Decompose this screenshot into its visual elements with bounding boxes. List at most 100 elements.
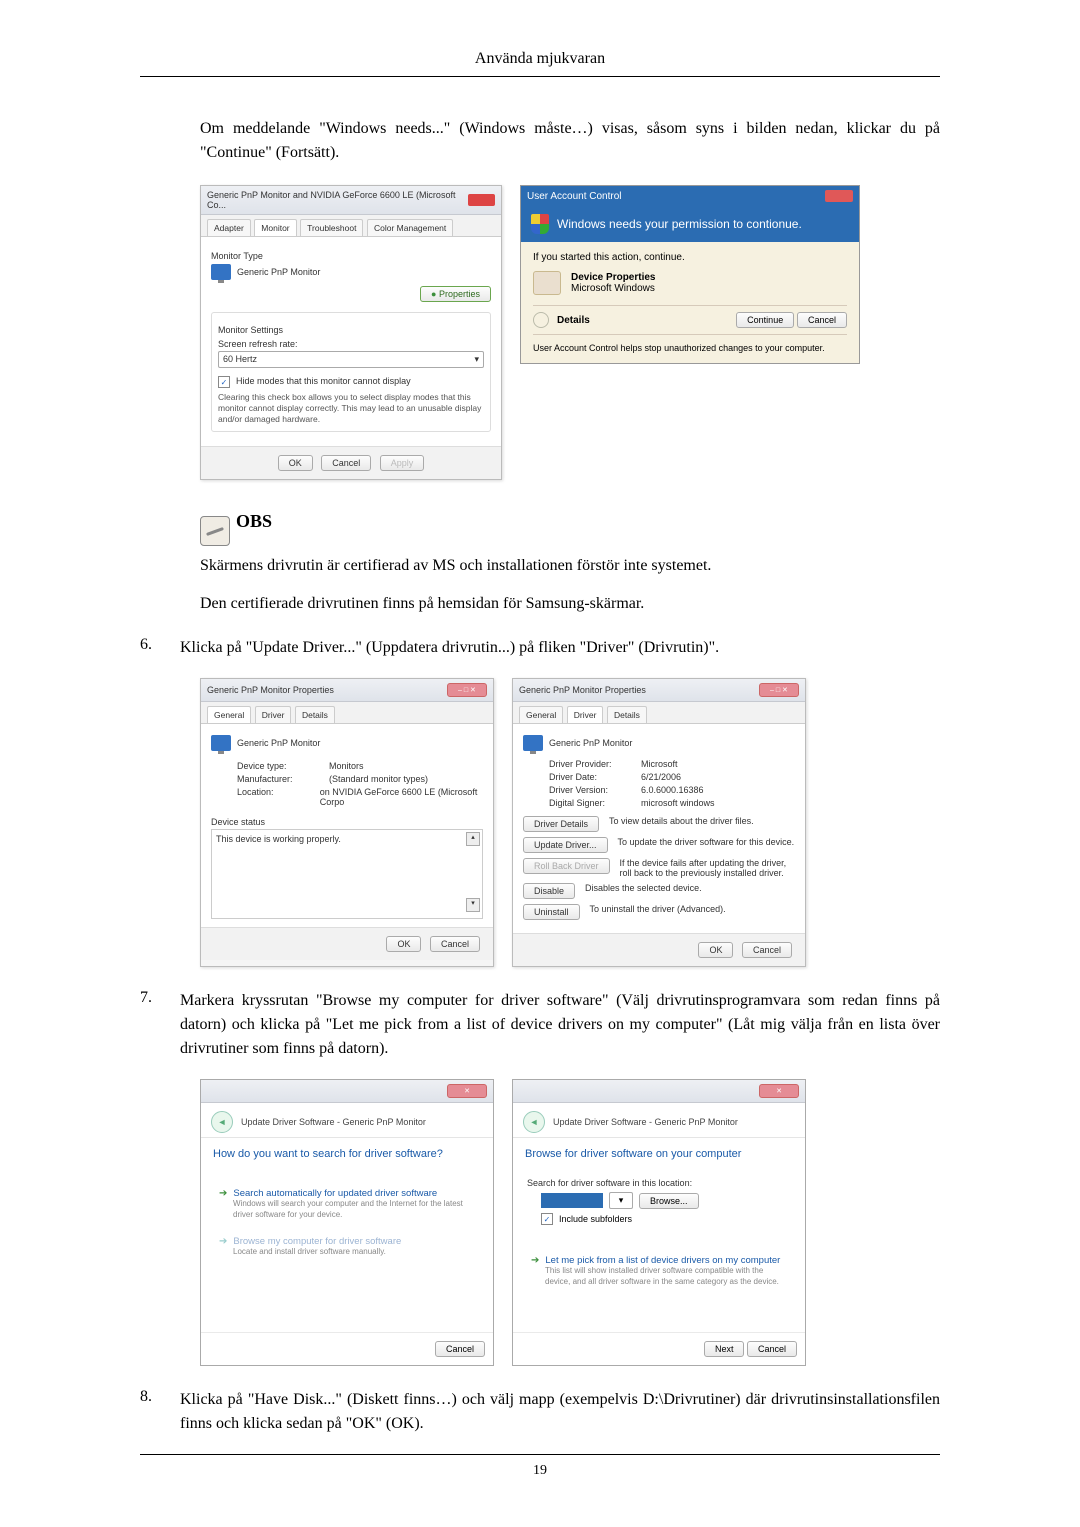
wizard-crumb: Update Driver Software - Generic PnP Mon… (241, 1117, 426, 1127)
close-icon[interactable]: – □ ✕ (759, 683, 799, 697)
scroll-down-icon[interactable]: ▾ (466, 898, 480, 912)
scroll-up-icon[interactable]: ▴ (466, 832, 480, 846)
ok-button[interactable]: OK (386, 936, 421, 952)
tab-details[interactable]: Details (295, 706, 335, 723)
chevron-down-icon: ▾ (474, 354, 479, 365)
back-icon[interactable]: ◄ (211, 1111, 233, 1133)
close-icon[interactable]: ✕ (447, 1084, 487, 1098)
option-let-me-pick-label: Let me pick from a list of device driver… (545, 1255, 780, 1266)
tab-driver[interactable]: Driver (567, 706, 604, 723)
update-driver-button[interactable]: Update Driver... (523, 837, 608, 853)
tab-color-management[interactable]: Color Management (367, 219, 453, 236)
tab-general[interactable]: General (519, 706, 563, 723)
monitor-icon (211, 264, 231, 280)
step-number-6: 6. (140, 636, 160, 660)
back-icon[interactable]: ◄ (523, 1111, 545, 1133)
driver-provider-key: Driver Provider: (549, 759, 629, 769)
option-let-me-pick-sub: This list will show installed driver sof… (545, 1266, 787, 1287)
apply-button[interactable]: Apply (380, 455, 425, 471)
device-properties-icon (533, 271, 561, 295)
shield-icon (531, 214, 549, 234)
close-icon[interactable] (468, 194, 495, 206)
arrow-right-icon: ➔ (219, 1188, 227, 1199)
include-subfolders-checkbox[interactable]: ✓ (541, 1213, 553, 1225)
driver-details-button[interactable]: Driver Details (523, 816, 599, 832)
digital-signer-value: microsoft windows (641, 798, 715, 808)
next-button[interactable]: Next (704, 1341, 745, 1357)
cancel-button[interactable]: Cancel (435, 1341, 485, 1357)
manufacturer-value: (Standard monitor types) (329, 774, 428, 784)
step-8-text: Klicka på "Have Disk..." (Diskett finns…… (180, 1388, 940, 1436)
path-dropdown[interactable]: ▾ (609, 1192, 633, 1209)
digital-signer-key: Digital Signer: (549, 798, 629, 808)
dialog-title: Generic PnP Monitor and NVIDIA GeForce 6… (207, 190, 468, 210)
figure-windows-uac: Generic PnP Monitor and NVIDIA GeForce 6… (200, 185, 940, 480)
option-browse-computer-label: Browse my computer for driver software (233, 1236, 401, 1247)
option-browse-computer-sub: Locate and install driver software manua… (233, 1247, 475, 1257)
details-label[interactable]: Details (557, 315, 590, 326)
uac-titlebar: User Account Control (527, 191, 622, 202)
cancel-button[interactable]: Cancel (430, 936, 480, 952)
obs-text-2: Den certifierade drivrutinen finns på he… (200, 592, 940, 616)
monitor-icon (523, 735, 543, 751)
option-search-auto-label: Search automatically for updated driver … (233, 1188, 437, 1199)
option-browse-computer[interactable]: ➔Browse my computer for driver software … (215, 1230, 479, 1263)
tab-adapter[interactable]: Adapter (207, 219, 251, 236)
option-search-auto-sub: Windows will search your computer and th… (233, 1199, 475, 1220)
dialog-monitor-props: Generic PnP Monitor and NVIDIA GeForce 6… (200, 185, 502, 480)
refresh-rate-label: Screen refresh rate: (218, 339, 484, 349)
cancel-button[interactable]: Cancel (321, 455, 371, 471)
chevron-down-icon[interactable] (533, 312, 549, 328)
page-header: Använda mjukvaran (140, 50, 940, 68)
location-key: Location: (237, 787, 308, 807)
wizard-browse-location: ✕ ◄ Update Driver Software - Generic PnP… (512, 1079, 806, 1366)
monitor-name: Generic PnP Monitor (549, 738, 632, 748)
cancel-button[interactable]: Cancel (742, 942, 792, 958)
driver-date-key: Driver Date: (549, 772, 629, 782)
close-icon[interactable]: – □ ✕ (447, 683, 487, 697)
properties-button[interactable]: ● Properties (420, 286, 491, 302)
obs-heading: OBS (236, 511, 272, 532)
uac-if-started: If you started this action, continue. (533, 252, 847, 263)
tab-monitor[interactable]: Monitor (254, 219, 296, 236)
cancel-button[interactable]: Cancel (797, 312, 847, 328)
dialog-title: Generic PnP Monitor Properties (519, 685, 646, 695)
option-search-auto[interactable]: ➔ Search automatically for updated driver… (215, 1182, 479, 1226)
uac-mswin: Microsoft Windows (571, 283, 656, 294)
uninstall-desc: To uninstall the driver (Advanced). (590, 904, 795, 914)
uninstall-button[interactable]: Uninstall (523, 904, 580, 920)
tab-troubleshoot[interactable]: Troubleshoot (300, 219, 363, 236)
cancel-button[interactable]: Cancel (747, 1341, 797, 1357)
tab-details[interactable]: Details (607, 706, 647, 723)
wizard-crumb: Update Driver Software - Generic PnP Mon… (553, 1117, 738, 1127)
tab-driver[interactable]: Driver (255, 706, 292, 723)
path-input[interactable] (541, 1193, 603, 1208)
driver-provider-value: Microsoft (641, 759, 678, 769)
close-icon[interactable] (825, 190, 853, 202)
device-status-text: This device is working properly. (216, 834, 341, 844)
wizard-heading: How do you want to search for driver sof… (201, 1138, 493, 1170)
ok-button[interactable]: OK (278, 455, 313, 471)
figure-update-wizard: ✕ ◄ Update Driver Software - Generic PnP… (200, 1079, 940, 1366)
device-type-key: Device type: (237, 761, 317, 771)
disable-desc: Disables the selected device. (585, 883, 795, 893)
continue-button[interactable]: Continue (736, 312, 794, 328)
roll-back-driver-button[interactable]: Roll Back Driver (523, 858, 610, 874)
uac-devprops: Device Properties (571, 272, 656, 283)
arrow-right-icon: ➔ (531, 1255, 539, 1266)
hide-modes-checkbox[interactable]: ✓ (218, 376, 230, 388)
uac-banner-text: Windows needs your permission to contion… (557, 217, 802, 231)
close-icon[interactable]: ✕ (759, 1084, 799, 1098)
ok-button[interactable]: OK (698, 942, 733, 958)
search-location-label: Search for driver software in this locat… (527, 1178, 791, 1188)
refresh-rate-select[interactable]: 60 Hertz ▾ (218, 351, 484, 368)
disable-button[interactable]: Disable (523, 883, 575, 899)
monitor-icon (211, 735, 231, 751)
browse-button[interactable]: Browse... (639, 1193, 699, 1209)
update-driver-desc: To update the driver software for this d… (618, 837, 795, 847)
driver-details-desc: To view details about the driver files. (609, 816, 795, 826)
option-let-me-pick[interactable]: ➔ Let me pick from a list of device drive… (527, 1249, 791, 1293)
note-icon (200, 516, 230, 546)
tab-general[interactable]: General (207, 706, 251, 723)
device-type-value: Monitors (329, 761, 364, 771)
